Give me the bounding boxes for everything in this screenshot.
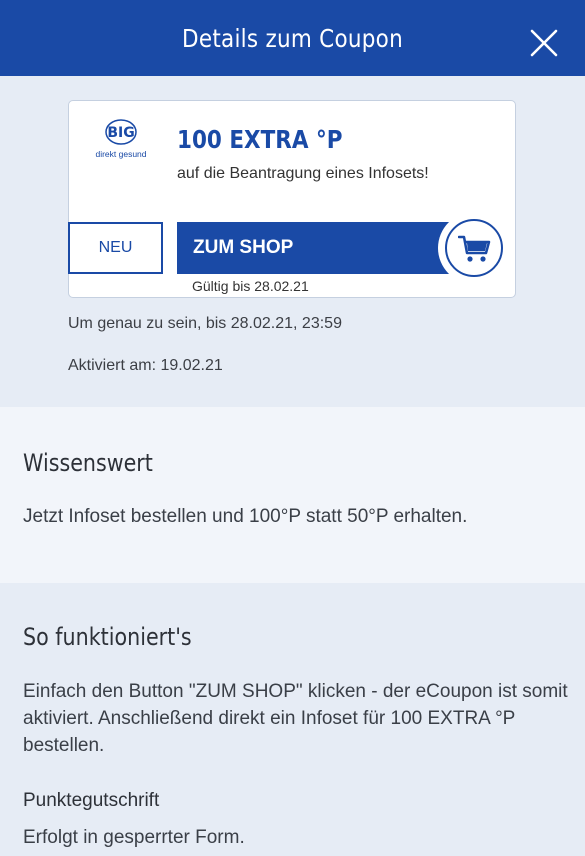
close-button[interactable]: [527, 26, 561, 60]
punktegutschrift-text: Erfolgt in gesperrter Form.: [23, 827, 245, 848]
exact-expiry-text: Um genau zu sein, bis 28.02.21, 23:59: [68, 315, 342, 332]
valid-until-text: Gültig bis 28.02.21: [192, 278, 309, 294]
zum-shop-button[interactable]: ZUM SHOP: [177, 222, 469, 274]
wissenswert-text: Jetzt Infoset bestellen und 100°P statt …: [23, 506, 468, 527]
cart-button[interactable]: [445, 219, 503, 277]
big-logo: BIG direkt gesund: [91, 115, 151, 165]
logo-subtitle: direkt gesund: [95, 149, 147, 159]
page-title: Details zum Coupon: [182, 24, 403, 53]
coupon-description: auf die Beantragung eines Infosets!: [177, 165, 429, 182]
coupon-card: BIG direkt gesund 100 EXTRA °P auf die B…: [68, 100, 516, 298]
close-icon: [530, 29, 558, 57]
header-bar: Details zum Coupon: [0, 0, 585, 76]
wissenswert-heading: Wissenswert: [23, 449, 153, 477]
punktegutschrift-heading: Punktegutschrift: [23, 790, 160, 811]
funktioniert-heading: So funktioniert's: [23, 623, 192, 651]
wissenswert-section: Wissenswert Jetzt Infoset bestellen und …: [0, 407, 585, 583]
logo-text: BIG: [107, 125, 134, 141]
neu-button[interactable]: NEU: [68, 222, 163, 274]
cart-button-wrapper: [438, 212, 510, 284]
funktioniert-text: Einfach den Button "ZUM SHOP" klicken - …: [23, 681, 568, 756]
shopping-cart-icon: [458, 235, 491, 262]
activated-date-text: Aktiviert am: 19.02.21: [68, 357, 223, 374]
coupon-title: 100 EXTRA °P: [177, 125, 343, 154]
